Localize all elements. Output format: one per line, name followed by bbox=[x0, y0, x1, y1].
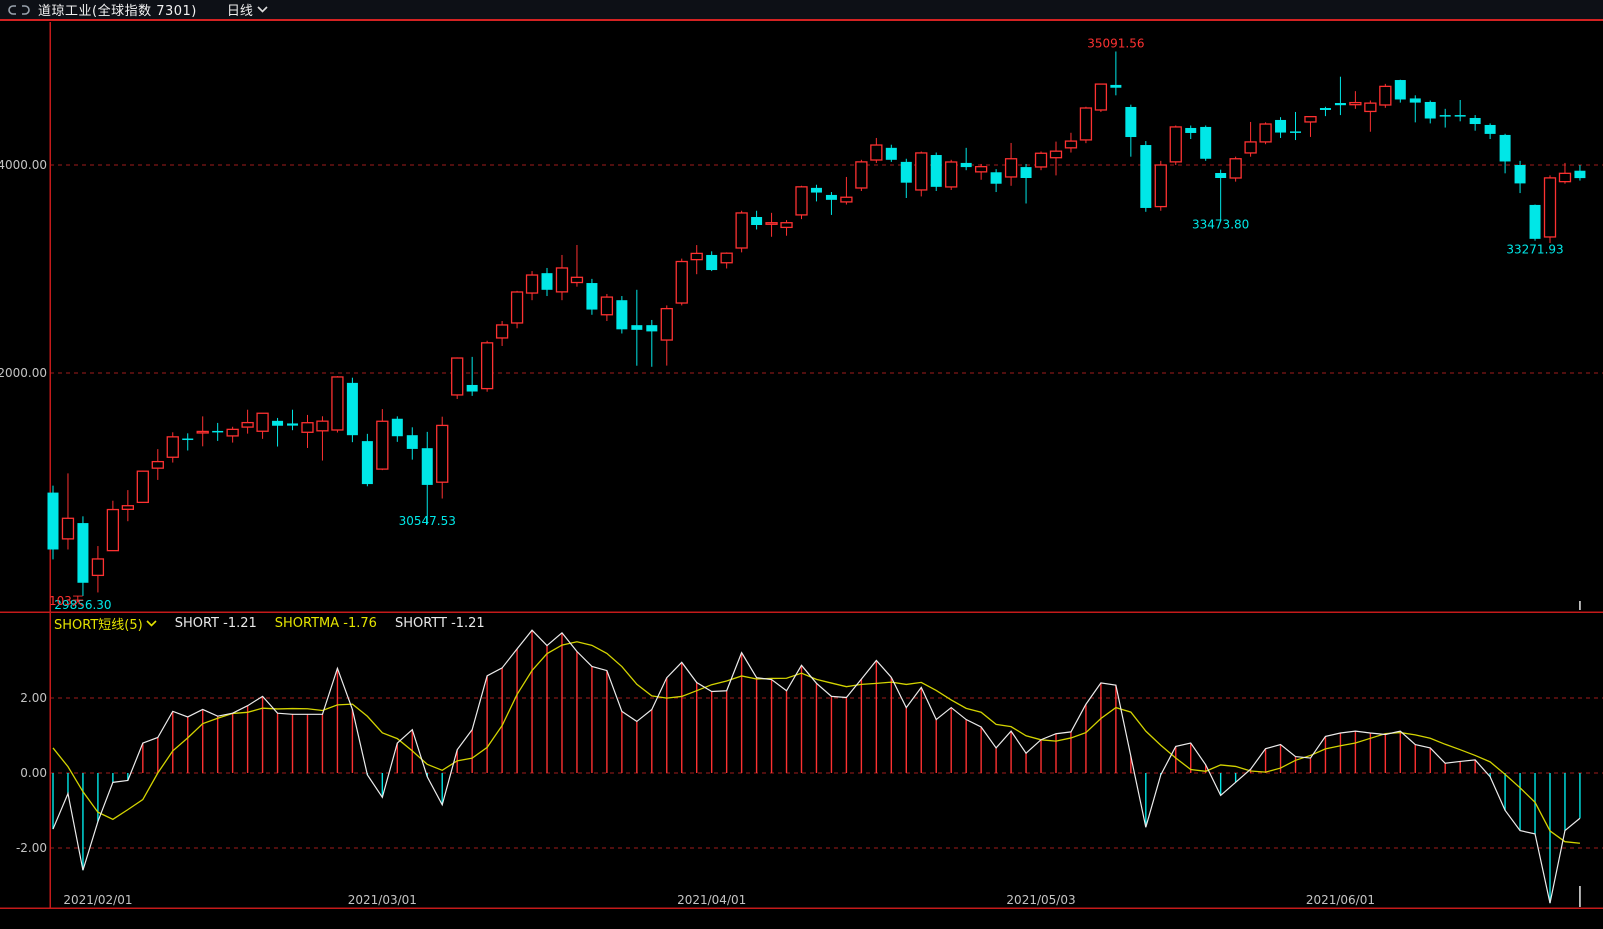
indicator-axis-label: 0.00 bbox=[20, 766, 47, 780]
indicator-panel[interactable] bbox=[50, 612, 1603, 908]
price-axis-label: 34000.00 bbox=[0, 158, 47, 172]
stock-chart-app: { "header": { "title": "道琼工业(全球指数 7301)"… bbox=[0, 0, 1603, 929]
chart-canvas: 34000.0032000.002.000.00-2.002021/02/012… bbox=[0, 0, 1603, 929]
indicator-value-short: SHORT -1.21 bbox=[175, 616, 257, 631]
indicator-selector[interactable]: SHORT短线(5) bbox=[54, 614, 157, 633]
indicator-axis-label: -2.00 bbox=[16, 841, 47, 855]
candlestick-panel[interactable] bbox=[50, 22, 1603, 612]
link-icon bbox=[8, 4, 30, 16]
period-selector[interactable]: 日线 bbox=[227, 0, 268, 19]
indicator-value-shortt: SHORTT -1.21 bbox=[395, 616, 485, 631]
axis-labels: 34000.00 32000.00 2.00 0.00 -2.00 bbox=[0, 158, 47, 855]
indicator-legend: SHORT短线(5) SHORT -1.21 SHORTMA -1.76 SHO… bbox=[54, 614, 485, 633]
chevron-down-icon bbox=[146, 620, 157, 627]
indicator-name: SHORT短线(5) bbox=[54, 614, 143, 633]
price-axis-label: 32000.00 bbox=[0, 366, 47, 380]
period-label: 日线 bbox=[227, 0, 253, 19]
chevron-down-icon bbox=[257, 6, 268, 13]
indicator-axis-label: 2.00 bbox=[20, 691, 47, 705]
title-bar: 道琼工业(全球指数 7301) 日线 bbox=[0, 0, 1603, 21]
indicator-value-shortma: SHORTMA -1.76 bbox=[275, 616, 377, 631]
symbol-title: 道琼工业(全球指数 7301) bbox=[38, 0, 197, 19]
